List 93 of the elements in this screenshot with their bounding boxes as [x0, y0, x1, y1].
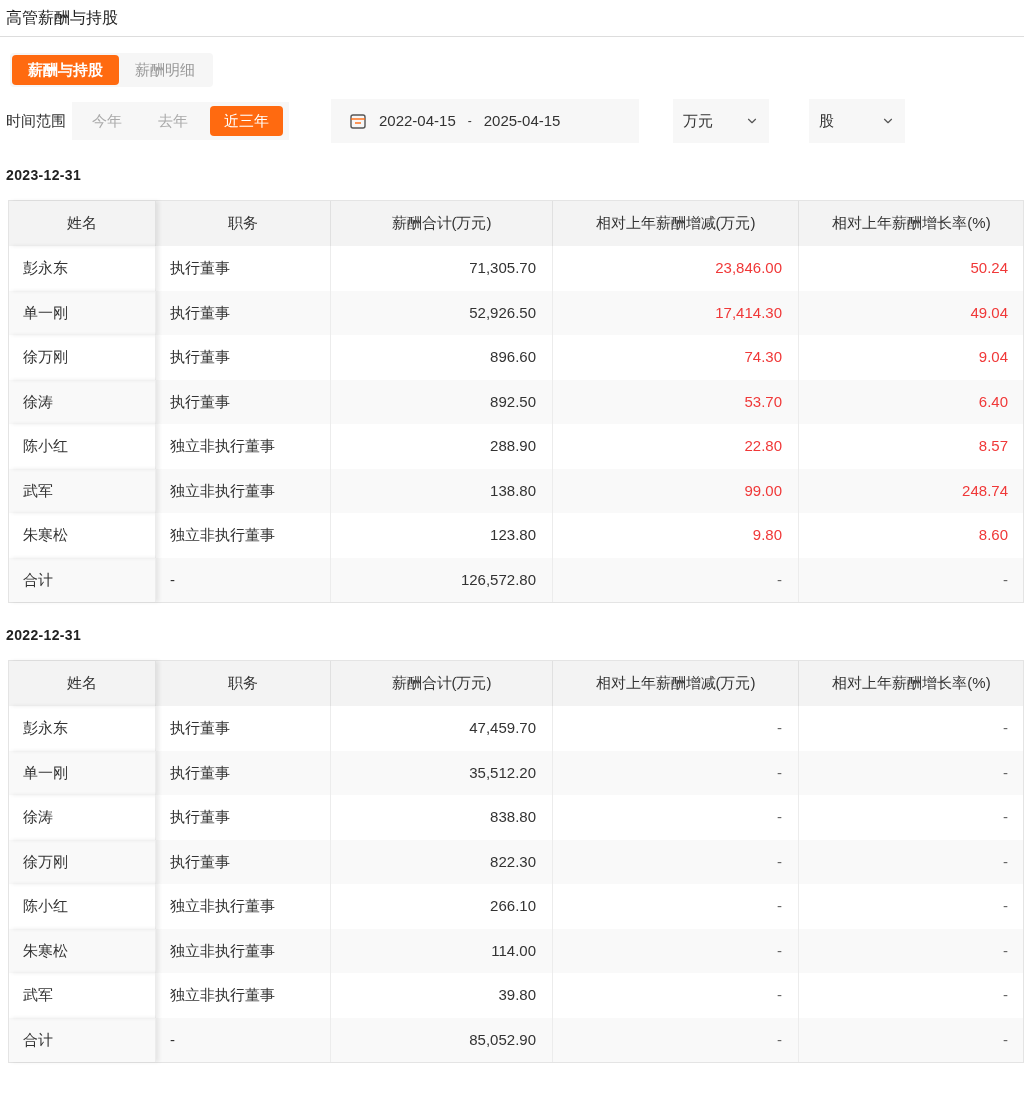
table-cell-text: 126,572.80: [460, 569, 536, 590]
table-cell-text: 892.50: [490, 391, 536, 412]
table-cell-text: 23,846.00: [715, 258, 782, 278]
table-cell-text: -: [777, 569, 782, 590]
unit-select[interactable]: 股: [809, 99, 905, 143]
table-cell-text: 独立非执行董事: [170, 940, 275, 961]
table-cell-text: 99.00: [744, 480, 782, 501]
table-cell-text: 822.30: [490, 851, 536, 872]
table-cell-text: 彭永东: [23, 258, 68, 278]
table-cell-text: 85,052.90: [469, 1029, 536, 1050]
table-cell-text: 朱寒松: [23, 525, 68, 545]
table-cell-text: 武军: [23, 985, 53, 1005]
tab[interactable]: 薪酬明细: [119, 55, 211, 85]
table-cell-text: -: [1003, 1029, 1008, 1050]
time-range-option[interactable]: 去年: [144, 106, 202, 136]
table-cell-text: 22.80: [744, 436, 782, 456]
table-cell-text: -: [777, 807, 782, 827]
table-cell-text: 50.24: [970, 258, 1008, 278]
table-cell-text: 288.90: [490, 436, 536, 456]
section-date: 2022-12-31: [5, 626, 83, 645]
table-cell-text: -: [777, 718, 782, 738]
table-cell-text: 执行董事: [170, 762, 230, 783]
table-cell-text: 8.60: [978, 525, 1008, 545]
table-cell-text: 执行董事: [170, 391, 230, 412]
unit-select[interactable]: 万元: [673, 99, 769, 143]
page-title: 高管薪酬与持股: [6, 8, 118, 28]
table-cell-text: 合计: [23, 1029, 53, 1050]
table-cell-text: -: [1003, 569, 1008, 590]
table-cell-text: 单一刚: [23, 302, 68, 323]
table-cell-text: 执行董事: [170, 851, 230, 872]
table-cell-text: 执行董事: [170, 807, 230, 827]
table-cell-text: -: [170, 569, 175, 590]
table-cell-text: 123.80: [490, 525, 536, 545]
time-range-label: 时间范围: [5, 110, 67, 131]
table-cell-text: -: [170, 1029, 175, 1050]
table-cell-text: 266.10: [490, 896, 536, 916]
table-cell-text: 执行董事: [170, 718, 230, 738]
table-cell-text: 896.60: [490, 347, 536, 367]
table-cell-text: -: [1003, 985, 1008, 1005]
table-cell-text: -: [1003, 851, 1008, 872]
time-range-option[interactable]: 今年: [78, 106, 136, 136]
calendar-icon: [349, 112, 367, 130]
table-cell-text: 52,926.50: [469, 302, 536, 323]
table-cell-text: 35,512.20: [469, 762, 536, 783]
table-cell-text: 17,414.30: [715, 302, 782, 323]
table-cell-text: 执行董事: [170, 258, 230, 278]
table-cell-text: 248.74: [962, 480, 1008, 501]
table-cell-text: 朱寒松: [23, 940, 68, 961]
table-cell-text: 49.04: [970, 302, 1008, 323]
table-cell-text: 114.00: [491, 940, 536, 961]
table-cell-text: 独立非执行董事: [170, 436, 275, 456]
table-cell-text: -: [1003, 896, 1008, 916]
table-cell-text: -: [777, 851, 782, 872]
table-cell-text: 838.80: [490, 807, 536, 827]
table-cell-text: 徐涛: [23, 807, 53, 827]
time-range-option[interactable]: 近三年: [210, 106, 283, 136]
section-date: 2023-12-31: [5, 166, 83, 185]
table-cell-text: 徐涛: [23, 391, 53, 412]
table-cell-text: 独立非执行董事: [170, 985, 275, 1005]
table-cell-text: 8.57: [978, 436, 1008, 456]
table-cell-text: 武军: [23, 480, 53, 501]
table-cell-text: -: [1003, 762, 1008, 783]
table-cell-text: -: [777, 762, 782, 783]
table-cell-text: 53.70: [744, 391, 782, 412]
table-cell-text: 陈小红: [23, 896, 68, 916]
tab[interactable]: 薪酬与持股: [12, 55, 119, 85]
table-cell-text: -: [777, 940, 782, 961]
table-cell-text: 徐万刚: [23, 851, 68, 872]
table-cell-text: -: [1003, 940, 1008, 961]
table-cell-text: 徐万刚: [23, 347, 68, 367]
table-cell-text: 单一刚: [23, 762, 68, 783]
table-cell-text: 独立非执行董事: [170, 480, 275, 501]
table-cell-text: 39.80: [498, 985, 536, 1005]
table-cell-text: -: [777, 896, 782, 916]
table-cell-text: 9.80: [752, 525, 782, 545]
table-cell-text: 71,305.70: [469, 258, 536, 278]
table-cell-text: 74.30: [744, 347, 782, 367]
table-cell-text: 47,459.70: [469, 718, 536, 738]
table-cell-text: -: [777, 1029, 782, 1050]
table-cell-text: 陈小红: [23, 436, 68, 456]
table-cell-text: 独立非执行董事: [170, 525, 275, 545]
table-cell-text: 执行董事: [170, 302, 230, 323]
table-cell-text: -: [1003, 718, 1008, 738]
date-range-picker[interactable]: 2022-04-15 - 2025-04-15: [331, 99, 639, 143]
table-cell-text: -: [1003, 807, 1008, 827]
table-cell-text: 6.40: [978, 391, 1008, 412]
table-cell-text: 合计: [23, 569, 53, 590]
table-cell-text: 138.80: [490, 480, 536, 501]
table-cell-text: 9.04: [978, 347, 1008, 367]
table-cell-text: 独立非执行董事: [170, 896, 275, 916]
table-cell-text: 执行董事: [170, 347, 230, 367]
table-cell-text: -: [777, 985, 782, 1005]
table-cell-text: 彭永东: [23, 718, 68, 738]
